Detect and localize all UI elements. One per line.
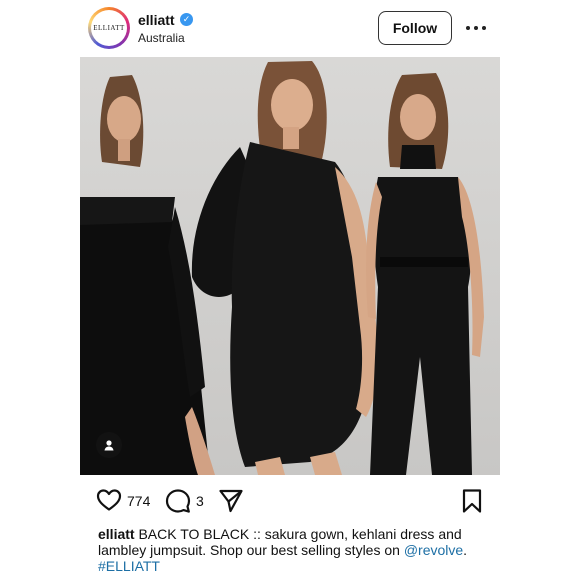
like-count[interactable]: 774 [127,493,150,509]
location-link[interactable]: Australia [138,31,185,45]
model-right [366,73,484,475]
post-image[interactable] [80,57,500,475]
follow-button[interactable]: Follow [378,11,452,45]
post-caption: elliatt BACK TO BLACK :: sakura gown, ke… [98,526,482,574]
avatar-logo-text: ELLIATT [93,24,125,32]
post-photo-illustration [80,61,484,475]
caption-end: . [463,542,468,558]
comment-count[interactable]: 3 [196,493,204,509]
bookmark-icon[interactable] [461,488,483,519]
caption-hashtag-link[interactable]: #ELLIATT [98,558,160,574]
avatar[interactable]: ELLIATT [88,7,130,49]
action-bar: 774 3 [80,483,500,519]
post-header: ELLIATT elliatt ✓ Australia Follow [80,0,500,56]
comment-icon[interactable] [165,488,191,519]
verified-badge-icon: ✓ [180,13,193,26]
send-icon[interactable] [218,488,244,519]
more-options-icon[interactable] [466,19,486,37]
caption-username[interactable]: elliatt [98,526,135,542]
username[interactable]: elliatt [138,12,175,28]
heart-icon[interactable] [96,488,122,517]
instagram-post: ELLIATT elliatt ✓ Australia Follow 774 3… [80,0,500,580]
model-center [191,61,380,475]
user-tag-icon[interactable] [96,432,122,458]
caption-mention-link[interactable]: @revolve [404,542,463,558]
